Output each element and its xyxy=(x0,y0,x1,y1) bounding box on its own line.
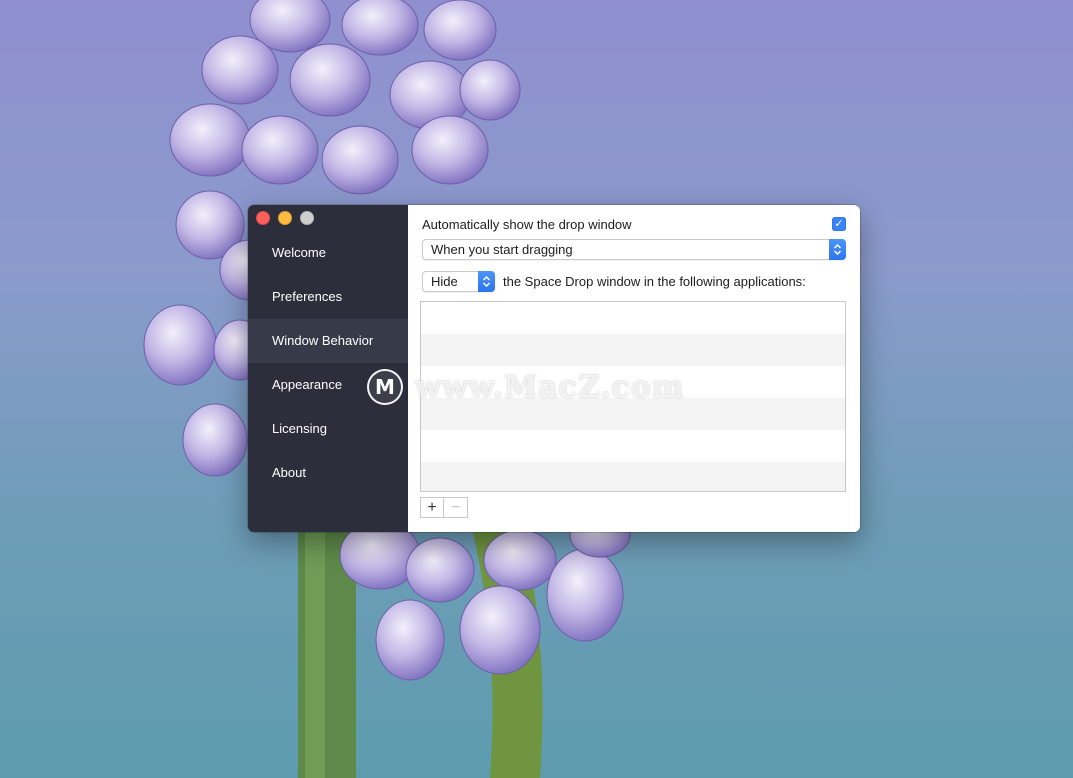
checkmark-icon: ✓ xyxy=(834,218,844,230)
remove-app-button[interactable]: − xyxy=(444,497,468,518)
sidebar-item-preferences[interactable]: Preferences xyxy=(248,275,408,319)
chevron-updown-icon xyxy=(829,239,846,260)
visibility-select-value: Hide xyxy=(431,274,458,289)
add-app-button[interactable]: + xyxy=(420,497,444,518)
list-row xyxy=(421,462,845,491)
minimize-window-button[interactable] xyxy=(278,211,292,225)
list-row xyxy=(421,430,845,462)
sidebar-item-welcome[interactable]: Welcome xyxy=(248,231,408,275)
zoom-window-button[interactable] xyxy=(300,211,314,225)
apps-visibility-row: Hide the Space Drop window in the follow… xyxy=(422,271,846,293)
list-row xyxy=(421,302,845,334)
apps-description: the Space Drop window in the following a… xyxy=(503,274,806,289)
list-row xyxy=(421,334,845,366)
visibility-select[interactable]: Hide xyxy=(422,271,495,292)
sidebar-item-about[interactable]: About xyxy=(248,451,408,495)
auto-show-label: Automatically show the drop window xyxy=(422,217,632,232)
auto-show-checkbox[interactable]: ✓ xyxy=(832,217,846,231)
sidebar-nav: Welcome Preferences Window Behavior Appe… xyxy=(248,231,408,495)
watermark-text: www.MacZ.com xyxy=(415,369,685,405)
watermark-logo: M xyxy=(367,369,403,405)
watermark: M www.MacZ.com xyxy=(367,369,685,405)
auto-show-row: Automatically show the drop window ✓ xyxy=(422,216,846,232)
sidebar-item-window-behavior[interactable]: Window Behavior xyxy=(248,319,408,363)
trigger-select[interactable]: When you start dragging xyxy=(422,239,846,260)
list-buttons: + − xyxy=(420,497,468,518)
trigger-select-value: When you start dragging xyxy=(431,242,573,257)
chevron-updown-icon xyxy=(478,271,495,292)
sidebar-item-licensing[interactable]: Licensing xyxy=(248,407,408,451)
close-window-button[interactable] xyxy=(256,211,270,225)
window-controls xyxy=(256,211,314,225)
